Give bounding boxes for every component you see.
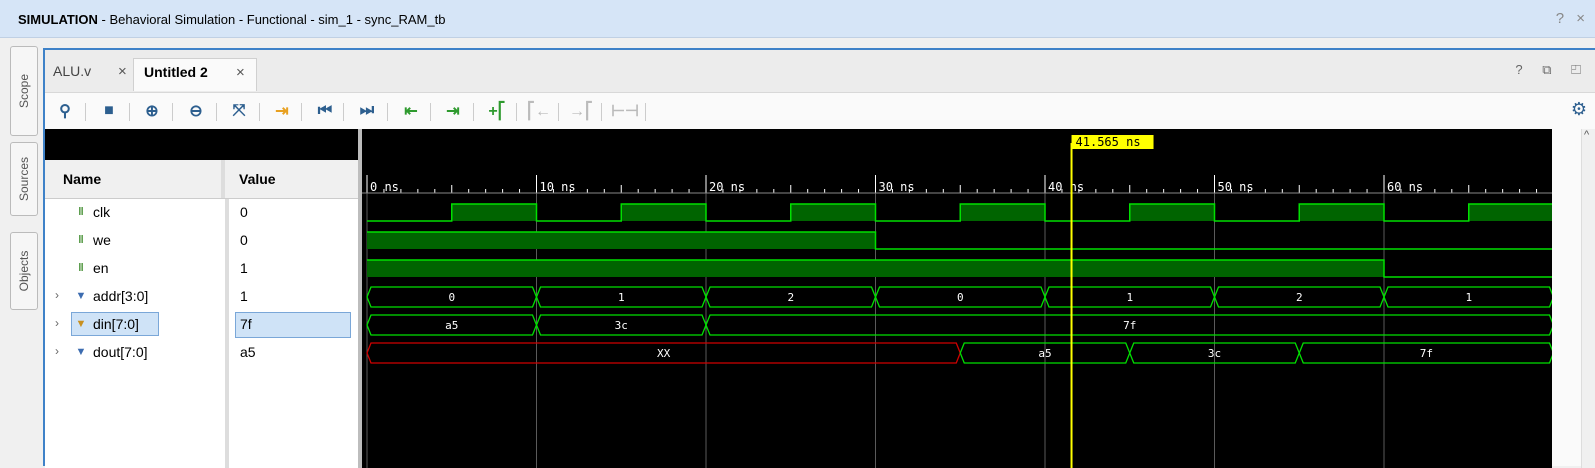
editor-tab-bar: ALU.v × Untitled 2 × ? ⧉ ◰ xyxy=(45,50,1595,93)
go-to-cursor-icon[interactable]: ⇥ xyxy=(270,99,294,123)
we-high-fill xyxy=(367,232,876,249)
window-title: SIMULATION - Behavioral Simulation - Fun… xyxy=(18,12,446,27)
clk-high-fill xyxy=(790,204,876,221)
bit-signal-icon: ǁ xyxy=(78,234,84,246)
addr-bus-value: 0 xyxy=(957,291,964,304)
addr-bus-value: 1 xyxy=(1465,291,1472,304)
dout-bus-value: 7f xyxy=(1420,347,1433,360)
go-to-last-time-icon[interactable]: ⏭ xyxy=(355,99,379,123)
side-tab-strip: Scope Sources Objects xyxy=(0,38,44,466)
side-tab-objects[interactable]: Objects xyxy=(10,232,38,310)
side-tab-sources[interactable]: Sources xyxy=(10,142,38,216)
dout-bus-value: 3c xyxy=(1208,347,1221,360)
signal-list-header: Name Value xyxy=(45,160,358,199)
zoom-fit-icon[interactable]: ⤧ xyxy=(227,99,251,123)
clk-high-fill xyxy=(1129,204,1215,221)
close-icon[interactable]: × xyxy=(236,64,245,81)
vertical-scrollbar[interactable]: ^ xyxy=(1581,129,1595,468)
signal-row-dout[interactable]: › ▼ dout[7:0] a5 xyxy=(45,339,358,367)
addr-bus-value: 2 xyxy=(1296,291,1303,304)
signal-name: din[7:0] xyxy=(93,316,139,332)
window-title-bar: SIMULATION - Behavioral Simulation - Fun… xyxy=(0,0,1595,38)
signal-row-en[interactable]: ǁ en 1 xyxy=(45,255,358,283)
signal-name: clk xyxy=(93,204,111,220)
din-bus-value: 7f xyxy=(1123,319,1136,332)
value-column-header[interactable]: Value xyxy=(229,160,354,198)
signal-name: dout[7:0] xyxy=(93,344,148,360)
window-controls[interactable]: ? × xyxy=(1556,10,1589,27)
signal-name: addr[3:0] xyxy=(93,288,149,304)
editor-window-controls[interactable]: ? ⧉ ◰ xyxy=(1515,62,1589,78)
search-icon[interactable]: ⚲ xyxy=(53,99,77,123)
gear-icon[interactable]: ⚙ xyxy=(1567,99,1591,123)
previous-transition-icon[interactable]: ⇤ xyxy=(399,99,423,123)
waveform-toolbar: ⚲ ■ ⊕ ⊖ ⤧ ⇥ ⏮ ⏭ ⇤ ⇥ +⎡ ⎡← →⎡ ⊢⊣ ⚙ xyxy=(45,93,1595,129)
waveform-svg: 0 ns 10 ns 20 ns 30 ns 40 ns 50 ns 60 ns0 1 2 0 1 2… xyxy=(362,135,1552,468)
dout-bus-value: XX xyxy=(657,347,671,360)
signal-value: 7f xyxy=(240,316,252,332)
bit-signal-icon: ǁ xyxy=(78,262,84,274)
en-high-fill xyxy=(367,260,1384,277)
waveform-editor-frame: ALU.v × Untitled 2 × ? ⧉ ◰ ⚲ ■ ⊕ ⊖ ⤧ ⇥ ⏮… xyxy=(43,48,1595,468)
clk-high-fill xyxy=(451,204,537,221)
clk-high-fill xyxy=(1299,204,1384,221)
signal-row-clk[interactable]: ǁ clk 0 xyxy=(45,199,358,227)
zoom-out-icon[interactable]: ⊖ xyxy=(184,99,208,123)
signal-value: 1 xyxy=(240,260,248,276)
din-bus-value: a5 xyxy=(445,319,458,332)
signal-value: a5 xyxy=(240,344,256,360)
next-marker-icon: →⎡ xyxy=(569,103,593,120)
signal-name: en xyxy=(93,260,109,276)
bus-signal-icon: ▼ xyxy=(75,290,87,302)
signal-names-panel: Name Value ǁ clk 0 ǁ we 0 ǁ en 1 › ▼ add… xyxy=(45,129,358,468)
clk-high-fill xyxy=(960,204,1045,221)
dout-bus-value: a5 xyxy=(1038,347,1051,360)
tab-untitled-2[interactable]: Untitled 2 × xyxy=(133,58,257,91)
addr-bus-value: 1 xyxy=(618,291,625,304)
addr-bus-value: 0 xyxy=(448,291,455,304)
addr-bus-value: 2 xyxy=(787,291,794,304)
close-icon[interactable]: × xyxy=(118,63,127,80)
cursor-time-label: 41.565 ns xyxy=(1076,135,1141,149)
signal-row-addr[interactable]: › ▼ addr[3:0] 1 xyxy=(45,283,358,311)
clk-high-fill xyxy=(1468,204,1552,221)
bus-signal-icon: ▼ xyxy=(75,318,87,330)
save-icon[interactable]: ■ xyxy=(97,99,121,123)
signal-value: 0 xyxy=(240,232,248,248)
signal-list: ǁ clk 0 ǁ we 0 ǁ en 1 › ▼ addr[3:0] 1 › … xyxy=(45,199,358,468)
waveform-canvas[interactable]: 0 ns 10 ns 20 ns 30 ns 40 ns 50 ns 60 ns 0 1 2 0 1 2… xyxy=(362,129,1552,468)
bus-signal-icon: ▼ xyxy=(75,346,87,358)
name-column-header[interactable]: Name xyxy=(45,160,225,198)
signal-value: 1 xyxy=(240,288,248,304)
chevron-right-icon[interactable]: › xyxy=(55,344,59,358)
scroll-up-icon[interactable]: ^ xyxy=(1584,129,1589,141)
addr-bus-value: 1 xyxy=(1126,291,1133,304)
signal-name: we xyxy=(93,232,111,248)
previous-marker-icon: ⎡← xyxy=(527,103,551,120)
side-tab-scope[interactable]: Scope xyxy=(10,46,38,136)
chevron-right-icon[interactable]: › xyxy=(55,316,59,330)
signal-value: 0 xyxy=(240,204,248,220)
signal-row-we[interactable]: ǁ we 0 xyxy=(45,227,358,255)
tab-alu-v[interactable]: ALU.v × xyxy=(45,58,133,90)
swap-cursors-icon: ⊢⊣ xyxy=(611,103,639,120)
din-bus-value: 3c xyxy=(615,319,628,332)
go-to-time-0-icon[interactable]: ⏮ xyxy=(313,99,337,123)
zoom-in-icon[interactable]: ⊕ xyxy=(140,99,164,123)
add-marker-icon[interactable]: +⎡ xyxy=(485,99,509,123)
chevron-right-icon[interactable]: › xyxy=(55,288,59,302)
signal-row-din[interactable]: › ▼ din[7:0] 7f xyxy=(45,311,358,339)
clk-high-fill xyxy=(621,204,706,221)
next-transition-icon[interactable]: ⇥ xyxy=(441,99,465,123)
time-tick-label: 0 ns xyxy=(370,180,399,194)
bit-signal-icon: ǁ xyxy=(78,206,84,218)
